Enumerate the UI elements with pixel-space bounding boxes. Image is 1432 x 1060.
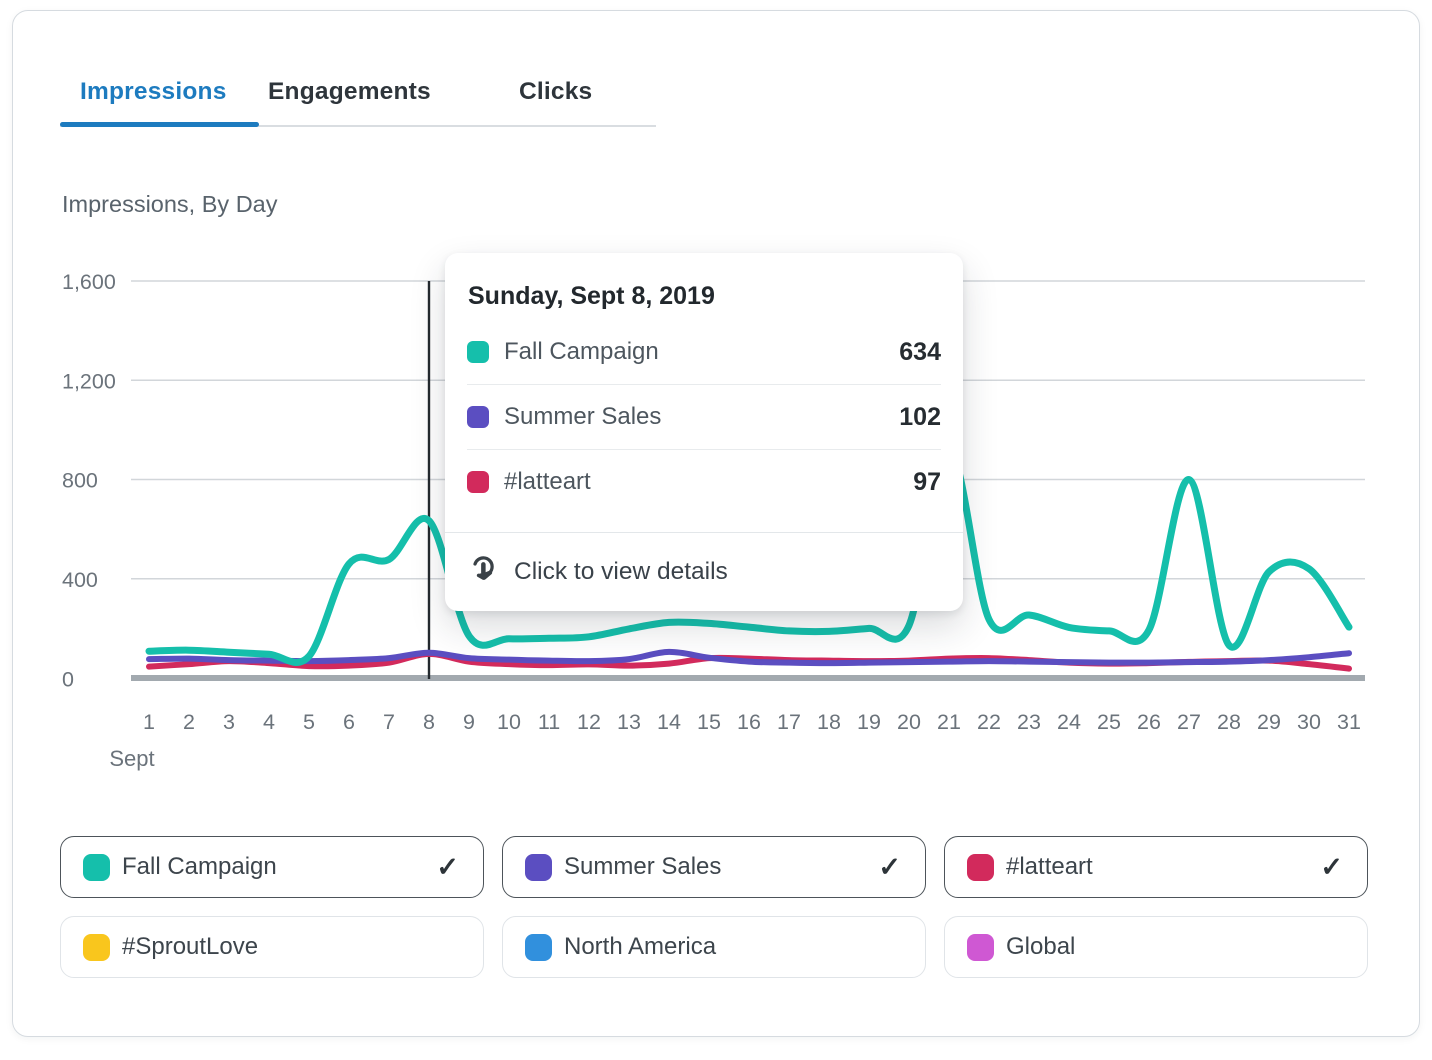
- series-color-swatch: [467, 471, 489, 493]
- legend-color-swatch: [967, 934, 994, 961]
- x-axis-month-label: Sept: [109, 746, 154, 771]
- y-tick-label: 0: [62, 668, 74, 692]
- tooltip-rows: Fall Campaign634Summer Sales102#latteart…: [467, 320, 941, 514]
- tooltip-series-value: 97: [913, 468, 941, 497]
- check-icon: ✓: [1320, 854, 1343, 881]
- series-color-swatch: [467, 406, 489, 428]
- x-tick-label: 12: [577, 710, 601, 734]
- x-tick-label: 14: [657, 710, 681, 734]
- tooltip-series-label: #latteart: [504, 468, 913, 496]
- x-tick-label: 3: [223, 710, 235, 734]
- x-tick-label: 16: [737, 710, 761, 734]
- tooltip-series-label: Summer Sales: [504, 403, 899, 431]
- x-tick-label: 2: [183, 710, 195, 734]
- tooltip-footer-label: Click to view details: [514, 558, 728, 586]
- x-tick-label: 23: [1017, 710, 1041, 734]
- series-legend: Fall Campaign✓Summer Sales✓#latteart✓#Sp…: [60, 836, 1368, 978]
- tooltip-row: Fall Campaign634: [467, 320, 941, 384]
- legend-item-fall-campaign[interactable]: Fall Campaign✓: [60, 836, 484, 898]
- x-tick-label: 18: [817, 710, 841, 734]
- tooltip-series-value: 634: [899, 338, 941, 367]
- series-color-swatch: [467, 341, 489, 363]
- tooltip-row: #latteart97: [467, 449, 941, 514]
- check-icon: ✓: [878, 854, 901, 881]
- legend-item-label: #SproutLove: [122, 933, 459, 961]
- x-tick-label: 28: [1217, 710, 1241, 734]
- legend-item-label: Summer Sales: [564, 853, 878, 881]
- x-tick-label: 10: [497, 710, 521, 734]
- legend-item-summer-sales[interactable]: Summer Sales✓: [502, 836, 926, 898]
- x-tick-label: 31: [1337, 710, 1361, 734]
- x-tick-label: 29: [1257, 710, 1281, 734]
- x-tick-label: 8: [423, 710, 435, 734]
- legend-item-latteart[interactable]: #latteart✓: [944, 836, 1368, 898]
- legend-color-swatch: [83, 934, 110, 961]
- x-tick-label: 22: [977, 710, 1001, 734]
- legend-color-swatch: [525, 934, 552, 961]
- legend-item-north-america[interactable]: North America: [502, 916, 926, 978]
- x-tick-label: 21: [937, 710, 961, 734]
- x-tick-label: 9: [463, 710, 475, 734]
- tap-icon: [469, 555, 499, 589]
- x-tick-label: 26: [1137, 710, 1161, 734]
- tooltip-date-title: Sunday, Sept 8, 2019: [468, 282, 939, 311]
- x-tick-label: 7: [383, 710, 395, 734]
- chart-tooltip: Sunday, Sept 8, 2019 Fall Campaign634Sum…: [445, 253, 963, 611]
- x-tick-label: 5: [303, 710, 315, 734]
- legend-item-label: Fall Campaign: [122, 853, 436, 881]
- x-tick-label: 4: [263, 710, 275, 734]
- legend-item-label: #latteart: [1006, 853, 1320, 881]
- tooltip-series-value: 102: [899, 403, 941, 432]
- x-tick-label: 24: [1057, 710, 1081, 734]
- legend-color-swatch: [967, 854, 994, 881]
- x-tick-label: 13: [617, 710, 641, 734]
- analytics-report: Impressions Engagements Clicks Impressio…: [0, 0, 1432, 1060]
- y-tick-label: 1,600: [62, 270, 116, 294]
- x-tick-label: 17: [777, 710, 801, 734]
- legend-color-swatch: [525, 854, 552, 881]
- legend-item-sproutlove[interactable]: #SproutLove: [60, 916, 484, 978]
- check-icon: ✓: [436, 854, 459, 881]
- x-tick-label: 25: [1097, 710, 1121, 734]
- y-tick-label: 1,200: [62, 369, 116, 393]
- tooltip-series-label: Fall Campaign: [504, 338, 899, 366]
- legend-item-label: North America: [564, 933, 901, 961]
- legend-item-global[interactable]: Global: [944, 916, 1368, 978]
- y-tick-label: 400: [62, 568, 98, 592]
- legend-color-swatch: [83, 854, 110, 881]
- x-tick-label: 27: [1177, 710, 1201, 734]
- x-axis-baseline: [131, 675, 1365, 681]
- legend-item-label: Global: [1006, 933, 1343, 961]
- x-tick-label: 15: [697, 710, 721, 734]
- x-tick-label: 11: [538, 710, 560, 734]
- x-tick-label: 20: [897, 710, 921, 734]
- y-tick-label: 800: [62, 469, 98, 493]
- x-tick-label: 6: [343, 710, 355, 734]
- tooltip-footer: Click to view details: [445, 532, 963, 611]
- x-tick-label: 30: [1297, 710, 1321, 734]
- x-tick-label: 1: [143, 710, 155, 734]
- tooltip-row: Summer Sales102: [467, 384, 941, 449]
- x-tick-label: 19: [857, 710, 881, 734]
